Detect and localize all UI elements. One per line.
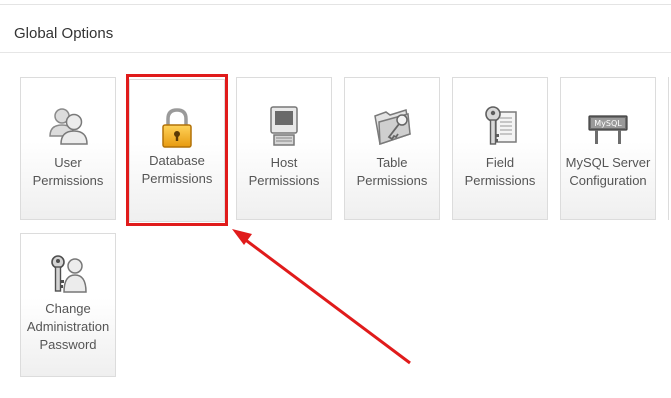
- host-permissions-tile[interactable]: Host Permissions: [236, 77, 332, 220]
- field-permissions-tile[interactable]: Field Permissions: [452, 77, 548, 220]
- folder-key-icon: [370, 104, 414, 148]
- mysql-server-configuration-tile[interactable]: MySQL MySQL Server Configuration: [560, 77, 656, 220]
- svg-text:MySQL: MySQL: [594, 119, 622, 128]
- mysql-sign-icon: MySQL: [586, 104, 630, 148]
- lock-icon: [155, 106, 199, 150]
- top-divider: [0, 4, 671, 5]
- tile-label: MySQL Server Configuration: [565, 155, 651, 188]
- tile-label: Field Permissions: [464, 155, 536, 188]
- tile-label: Host Permissions: [248, 155, 320, 188]
- computer-icon: [262, 104, 306, 148]
- tile-label: Change Administration Password: [26, 301, 110, 352]
- section-divider: [0, 52, 671, 53]
- key-document-icon: [478, 104, 522, 148]
- tile-label: Table Permissions: [356, 155, 428, 188]
- section-title: Global Options: [14, 25, 114, 42]
- users-icon: [46, 104, 90, 148]
- tile-label: User Permissions: [32, 155, 104, 188]
- user-permissions-tile[interactable]: User Permissions: [20, 77, 116, 220]
- change-administration-password-tile[interactable]: Change Administration Password: [20, 233, 116, 377]
- tile-label: Database Permissions: [141, 153, 213, 186]
- table-permissions-tile[interactable]: Table Permissions: [344, 77, 440, 220]
- database-permissions-tile[interactable]: Database Permissions: [129, 79, 225, 222]
- keys-user-icon: [46, 252, 90, 296]
